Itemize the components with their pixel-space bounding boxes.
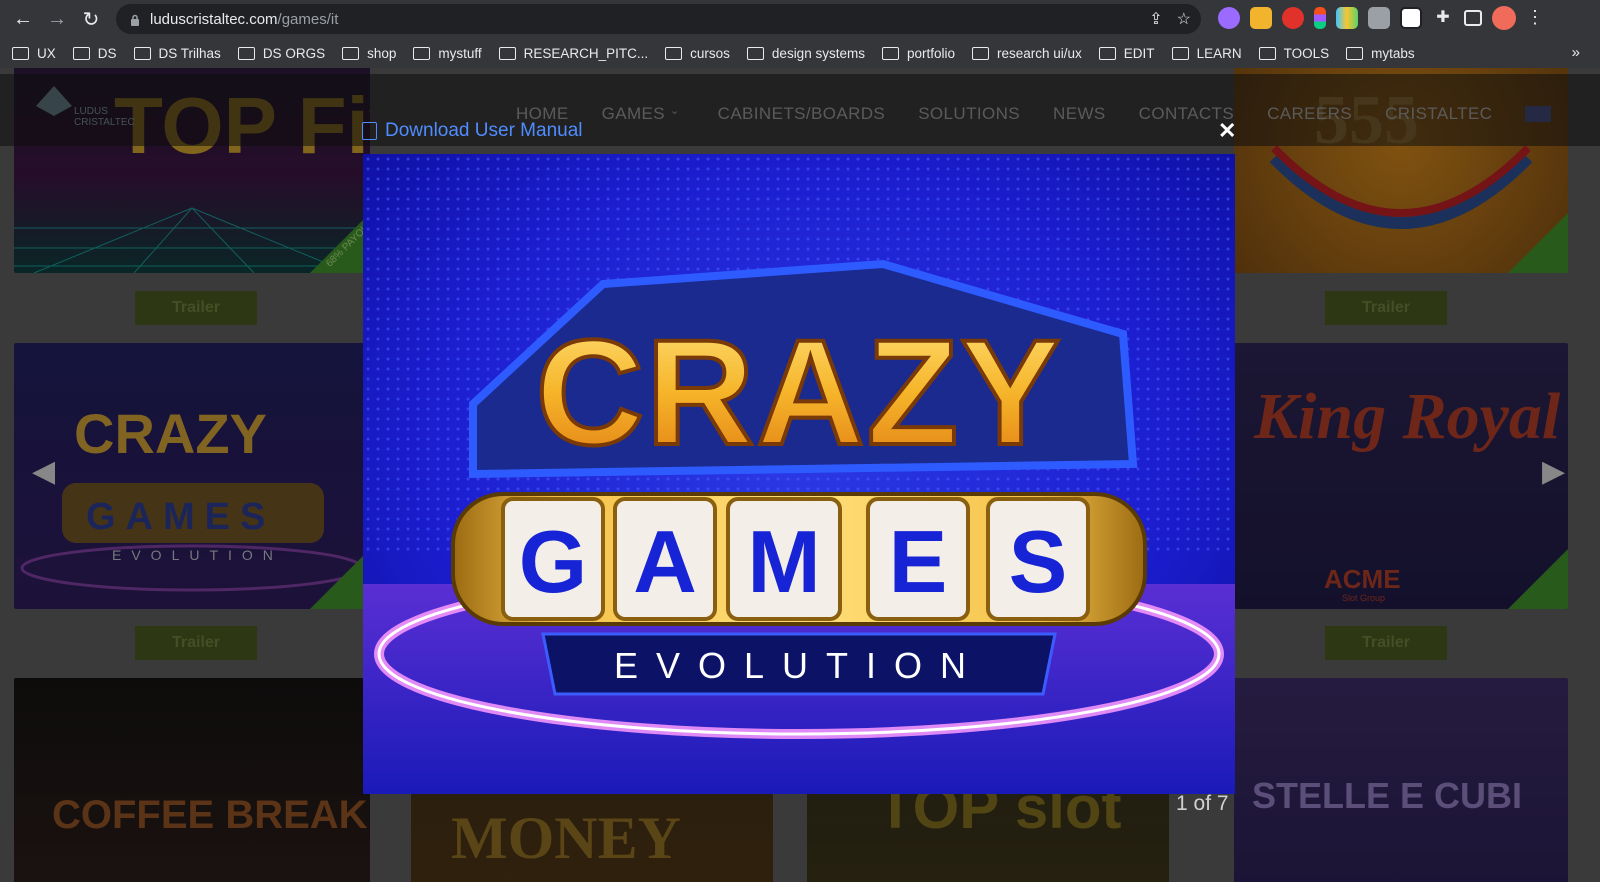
camera-icon[interactable]: [1368, 7, 1390, 29]
bookmark-folder[interactable]: shop: [342, 46, 396, 61]
bookmark-folder[interactable]: RESEARCH_PITC...: [498, 46, 648, 61]
lightbox-image: CRAZY G A M E S EVOLUTION: [363, 154, 1235, 794]
bookmark-folder[interactable]: mytabs: [1346, 46, 1415, 61]
kebab-menu-icon[interactable]: ⋮: [1526, 7, 1544, 29]
bookmark-folder[interactable]: cursos: [665, 46, 730, 61]
web-page: TOP Five 68% PAYOUT Trailer 555 Trailer …: [0, 68, 1600, 882]
back-arrow-icon[interactable]: ←: [6, 2, 40, 36]
reel-letter: G: [519, 512, 587, 611]
bookmark-folder[interactable]: design systems: [746, 46, 865, 61]
reel-letter: E: [889, 512, 948, 611]
reel-letter: A: [633, 512, 697, 611]
bookmark-folder[interactable]: UX: [12, 46, 56, 61]
folder-icon: [665, 46, 683, 60]
close-icon[interactable]: ✕: [1218, 118, 1236, 144]
bookmark-folder[interactable]: portfolio: [881, 46, 955, 61]
reel-letter: M: [747, 512, 820, 611]
folder-icon: [342, 46, 360, 60]
download-manual-link[interactable]: Download User Manual: [362, 120, 583, 142]
pdf-icon: [362, 122, 377, 140]
folder-icon: [12, 46, 29, 60]
star-icon[interactable]: ☆: [1177, 9, 1191, 29]
bookmark-folder[interactable]: DS: [72, 46, 117, 61]
extension-purple-icon[interactable]: [1218, 7, 1240, 29]
sidepanel-icon[interactable]: [1464, 10, 1482, 26]
extension-multicolor-icon[interactable]: [1336, 7, 1358, 29]
notion-icon[interactable]: [1400, 7, 1422, 29]
bookmarks-bar: UX DS DS Trilhas DS ORGS shop mystuff RE…: [0, 38, 1600, 68]
bookmark-folder[interactable]: TOOLS: [1258, 46, 1329, 61]
folder-icon: [1171, 46, 1189, 60]
url-host: luduscristaltec.com: [150, 10, 278, 28]
figma-icon[interactable]: [1314, 7, 1326, 29]
url-path: /games/it: [277, 10, 339, 28]
folder-icon: [972, 46, 989, 60]
extension-yellow-icon[interactable]: [1250, 7, 1272, 29]
bookmark-folder[interactable]: LEARN: [1171, 46, 1242, 61]
bookmark-folder[interactable]: DS ORGS: [237, 46, 325, 61]
reload-icon[interactable]: ↻: [74, 2, 108, 36]
folder-icon: [498, 46, 516, 60]
extension-red-icon[interactable]: [1282, 7, 1304, 29]
folder-icon: [881, 46, 899, 60]
address-bar[interactable]: luduscristaltec.com/games/it ⇪ ☆: [116, 4, 1201, 34]
share-icon[interactable]: ⇪: [1149, 9, 1162, 29]
browser-toolbar: ← → ↻ luduscristaltec.com/games/it ⇪ ☆ ✚…: [0, 0, 1600, 38]
folder-icon: [237, 46, 255, 60]
download-manual-label: Download User Manual: [385, 120, 583, 141]
folder-icon: [72, 46, 90, 60]
folder-icon: [413, 46, 431, 60]
folder-icon: [746, 46, 764, 60]
bookmark-folder[interactable]: mystuff: [413, 46, 482, 61]
folder-icon: [1346, 46, 1364, 60]
bookmarks-overflow-button[interactable]: »: [1572, 44, 1580, 61]
bookmark-folder[interactable]: EDIT: [1098, 46, 1155, 61]
slide-counter: 1 of 7: [1176, 792, 1229, 815]
artwork-subtitle: EVOLUTION: [614, 645, 984, 686]
lock-icon: [130, 13, 140, 26]
profile-avatar[interactable]: [1492, 6, 1516, 30]
reel-letter: S: [1009, 512, 1068, 611]
forward-arrow-icon[interactable]: →: [40, 2, 74, 36]
extensions-area: ✚ ⋮: [1218, 6, 1544, 30]
crazy-games-evolution-artwork: CRAZY G A M E S EVOLUTION: [363, 154, 1235, 794]
bookmark-folder[interactable]: research ui/ux: [972, 46, 1082, 61]
artwork-title: CRAZY: [536, 308, 1063, 476]
folder-icon: [1098, 46, 1116, 60]
folder-icon: [1258, 46, 1276, 60]
bookmark-folder[interactable]: DS Trilhas: [133, 46, 221, 61]
puzzle-icon[interactable]: ✚: [1432, 7, 1454, 29]
folder-icon: [133, 46, 151, 60]
